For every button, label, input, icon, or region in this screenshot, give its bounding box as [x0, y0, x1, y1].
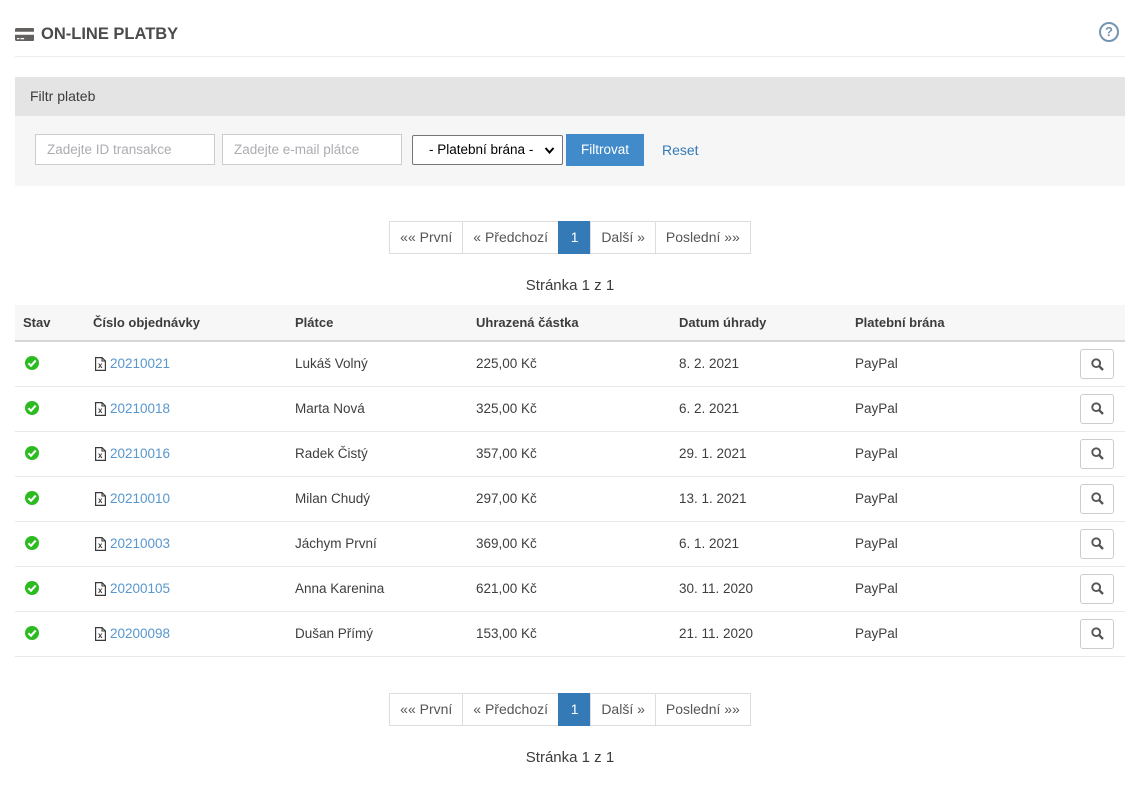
svg-text:x: x [98, 496, 103, 505]
svg-text:x: x [98, 631, 103, 640]
svg-text:x: x [98, 451, 103, 460]
svg-text:x: x [98, 361, 103, 370]
svg-text:x: x [98, 586, 103, 595]
svg-text:x: x [98, 541, 103, 550]
svg-text:x: x [98, 406, 103, 415]
